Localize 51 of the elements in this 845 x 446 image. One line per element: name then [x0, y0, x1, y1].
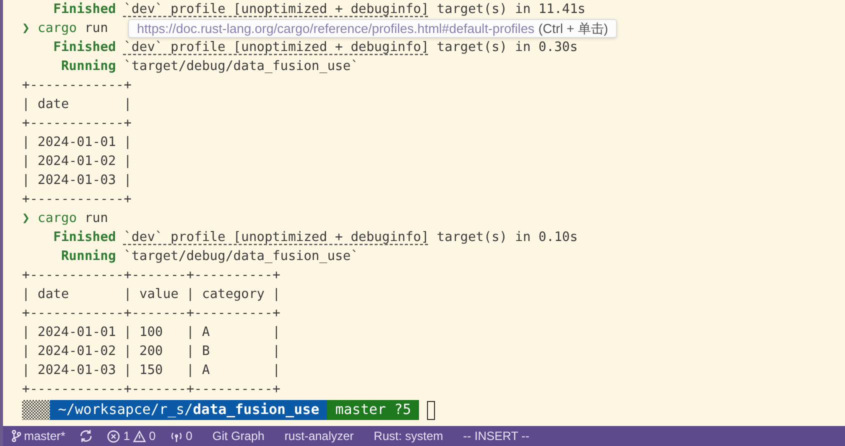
prompt-symbol: ❯ — [22, 20, 30, 38]
status-label: Finished — [52, 1, 116, 19]
command-name: cargo — [38, 210, 77, 228]
output-text: target(s) in 0.10s — [436, 229, 578, 247]
branch-icon[interactable] — [11, 430, 21, 442]
command-args: run — [84, 210, 108, 228]
output-text: | 2024-01-01 | — [22, 134, 132, 152]
branch-name[interactable]: master* — [24, 427, 66, 445]
output-text: `target/debug/data_fusion_use` — [124, 248, 359, 266]
status-label: Finished — [52, 39, 116, 57]
prompt-symbol: ❯ — [22, 210, 30, 228]
output-text: +------------+-------+----------+ — [22, 267, 280, 285]
output-text: +------------+-------+----------+ — [22, 305, 280, 323]
output-text: | 2024-01-01 | 100 | A | — [22, 324, 280, 342]
sync-icon[interactable] — [79, 429, 94, 443]
command-args: run — [84, 20, 108, 38]
warning-count: 0 — [149, 428, 156, 445]
link[interactable]: `dev` profile [unoptimized + debuginfo] — [124, 38, 429, 57]
output-text: +------------+-------+----------+ — [22, 381, 280, 399]
output-text: | 2024-01-02 | 200 | B | — [22, 343, 280, 361]
output-text: | 2024-01-03 | 150 | A | — [22, 362, 280, 380]
error-count: 1 — [123, 428, 130, 445]
cursor — [427, 400, 436, 420]
dither-block-icon — [22, 400, 50, 420]
warning-icon[interactable] — [133, 430, 146, 442]
command-name: cargo — [38, 20, 77, 38]
status-item[interactable]: rust-analyzer — [284, 427, 354, 445]
output-text: target(s) in 11.41s — [436, 1, 586, 19]
status-item[interactable]: Git Graph — [212, 427, 264, 445]
output-text: +------------+ — [22, 77, 132, 95]
tooltip-hint: (Ctrl + 单击) — [538, 20, 608, 38]
tooltip-url: https://doc.rust-lang.org/cargo/reference/profiles.html#default-profiles — [137, 20, 534, 38]
output-text: +------------+ — [22, 191, 132, 209]
status-item[interactable]: Rust: system — [374, 427, 444, 445]
status-label: Running — [60, 248, 116, 266]
error-icon[interactable] — [107, 430, 120, 442]
port-count: 0 — [186, 428, 192, 445]
status-item[interactable]: -- INSERT -- — [463, 427, 530, 445]
link[interactable]: `dev` profile [unoptimized + debuginfo] — [124, 0, 429, 19]
output-text: | 2024-01-03 | — [22, 172, 132, 190]
output-text: `target/debug/data_fusion_use` — [124, 58, 359, 76]
prompt-path: ~/worksapce/r_s/data_fusion_use — [50, 400, 328, 420]
status-label: Finished — [52, 229, 116, 247]
git-status: master ?5 — [327, 400, 420, 420]
link[interactable]: `dev` profile [unoptimized + debuginfo] — [124, 228, 429, 247]
output-text: | date | value | category | — [22, 286, 280, 304]
output-text: | 2024-01-02 | — [22, 153, 132, 171]
status-label: Running — [60, 58, 116, 76]
output-text: +------------+ — [22, 115, 132, 133]
output-text: | date | — [22, 96, 132, 114]
output-text: target(s) in 0.30s — [436, 39, 578, 57]
